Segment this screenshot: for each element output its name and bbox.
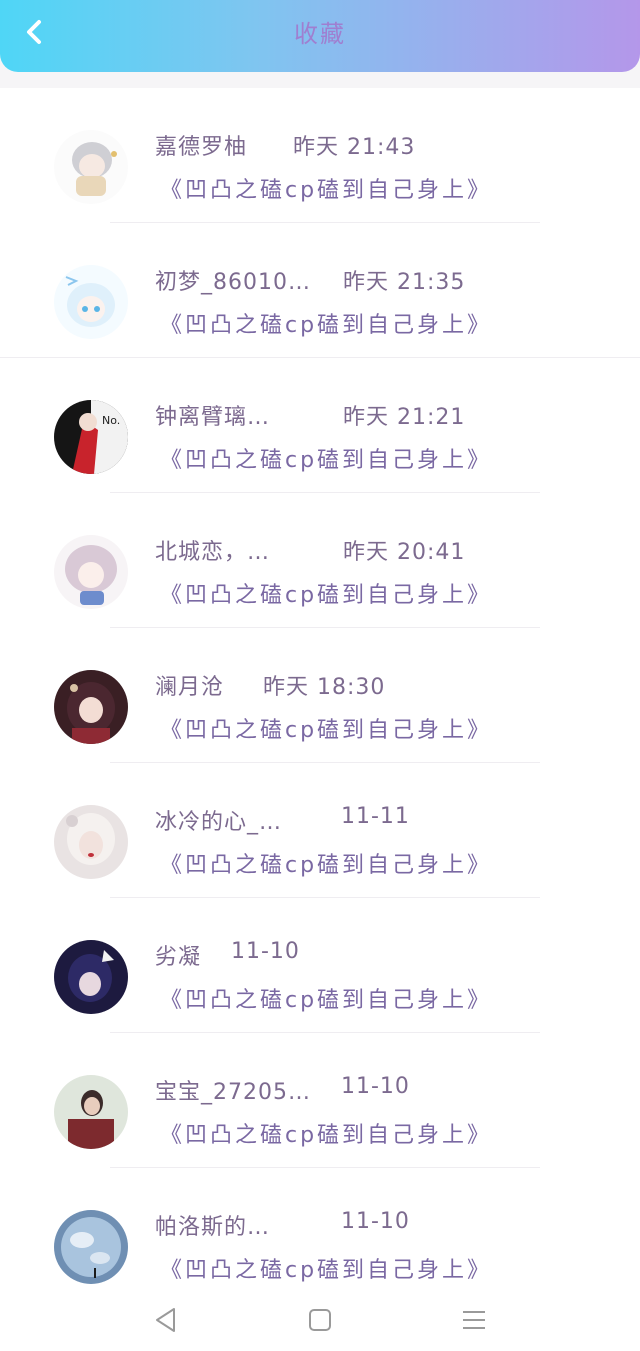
post-title[interactable]: 《凹凸之磕cp磕到自己身上》 <box>160 712 492 744</box>
avatar <box>54 1210 128 1284</box>
item-time: 昨天 21:43 <box>293 135 416 160</box>
list-item[interactable]: 嘉德罗柚 昨天 21:43 《凹凸之磕cp磕到自己身上》 <box>0 88 640 223</box>
list-item[interactable]: 澜月沧 昨天 18:30 《凹凸之磕cp磕到自己身上》 <box>0 628 640 763</box>
item-header: 帕洛斯的… 11-10 <box>155 1209 409 1241</box>
item-header: 宝宝_27205… 11-10 <box>155 1074 409 1106</box>
item-header: 澜月沧 昨天 18:30 <box>155 669 384 701</box>
post-title[interactable]: 《凹凸之磕cp磕到自己身上》 <box>160 1252 492 1284</box>
author-name: 嘉德罗柚 <box>155 135 248 160</box>
post-title[interactable]: 《凹凸之磕cp磕到自己身上》 <box>160 1117 492 1149</box>
item-time: 11-10 <box>231 939 300 964</box>
system-nav-bar <box>0 1288 640 1351</box>
item-time: 11-10 <box>341 1074 410 1099</box>
list-item[interactable]: 宝宝_27205… 11-10 《凹凸之磕cp磕到自己身上》 <box>0 1033 640 1168</box>
author-name: 澜月沧 <box>155 675 225 700</box>
svg-text:No.: No. <box>102 414 120 427</box>
item-time: 昨天 18:30 <box>263 675 386 700</box>
post-title[interactable]: 《凹凸之磕cp磕到自己身上》 <box>160 442 492 474</box>
menu-lines-icon <box>463 1311 485 1329</box>
author-name: 宝宝_27205… <box>155 1080 311 1105</box>
author-name: 钟离臂璃… <box>155 405 271 430</box>
post-title[interactable]: 《凹凸之磕cp磕到自己身上》 <box>160 172 492 204</box>
nav-back-button[interactable] <box>152 1306 180 1334</box>
avatar <box>54 1075 128 1149</box>
post-title[interactable]: 《凹凸之磕cp磕到自己身上》 <box>160 847 492 879</box>
item-header: 冰冷的心_… 11-11 <box>155 804 409 836</box>
list-item[interactable]: No. 钟离臂璃… 昨天 21:21 《凹凸之磕cp磕到自己身上》 <box>0 358 640 493</box>
favorites-list: 嘉德罗柚 昨天 21:43 《凹凸之磕cp磕到自己身上》 初梦_86010… 昨… <box>0 88 640 1288</box>
author-name: 北城恋，… <box>155 540 271 565</box>
avatar: No. <box>54 400 128 474</box>
item-header: 初梦_86010… 昨天 21:35 <box>155 264 464 296</box>
avatar <box>54 265 128 339</box>
list-item[interactable]: 初梦_86010… 昨天 21:35 《凹凸之磕cp磕到自己身上》 <box>0 223 640 358</box>
list-item[interactable]: 劣凝 11-10 《凹凸之磕cp磕到自己身上》 <box>0 898 640 1033</box>
author-name: 劣凝 <box>155 945 202 970</box>
app-header: 收藏 <box>0 0 640 72</box>
item-time: 11-10 <box>341 1209 410 1234</box>
author-name: 初梦_86010… <box>155 270 311 295</box>
item-header: 劣凝 11-10 <box>155 939 299 971</box>
list-item[interactable]: 帕洛斯的… 11-10 《凹凸之磕cp磕到自己身上》 <box>0 1168 640 1303</box>
author-name: 帕洛斯的… <box>155 1215 271 1240</box>
avatar <box>54 805 128 879</box>
item-time: 昨天 21:21 <box>343 405 466 430</box>
post-title[interactable]: 《凹凸之磕cp磕到自己身上》 <box>160 307 492 339</box>
author-name: 冰冷的心_… <box>155 810 283 835</box>
avatar <box>54 670 128 744</box>
item-header: 嘉德罗柚 昨天 21:43 <box>155 129 414 161</box>
item-time: 11-11 <box>341 804 410 829</box>
list-item[interactable]: 冰冷的心_… 11-11 《凹凸之磕cp磕到自己身上》 <box>0 763 640 898</box>
item-time: 昨天 21:35 <box>343 270 466 295</box>
post-title[interactable]: 《凹凸之磕cp磕到自己身上》 <box>160 982 492 1014</box>
page-title: 收藏 <box>294 20 346 48</box>
nav-menu-button[interactable] <box>460 1306 488 1334</box>
item-time: 昨天 20:41 <box>343 540 466 565</box>
list-item[interactable]: 北城恋，… 昨天 20:41 《凹凸之磕cp磕到自己身上》 <box>0 493 640 628</box>
item-header: 北城恋，… 昨天 20:41 <box>155 534 464 566</box>
triangle-back-icon <box>156 1308 175 1332</box>
avatar <box>54 940 128 1014</box>
post-title[interactable]: 《凹凸之磕cp磕到自己身上》 <box>160 577 492 609</box>
item-header: 钟离臂璃… 昨天 21:21 <box>155 399 464 431</box>
avatar <box>54 535 128 609</box>
nav-home-button[interactable] <box>306 1306 334 1334</box>
square-home-icon <box>309 1309 331 1331</box>
avatar <box>54 130 128 204</box>
